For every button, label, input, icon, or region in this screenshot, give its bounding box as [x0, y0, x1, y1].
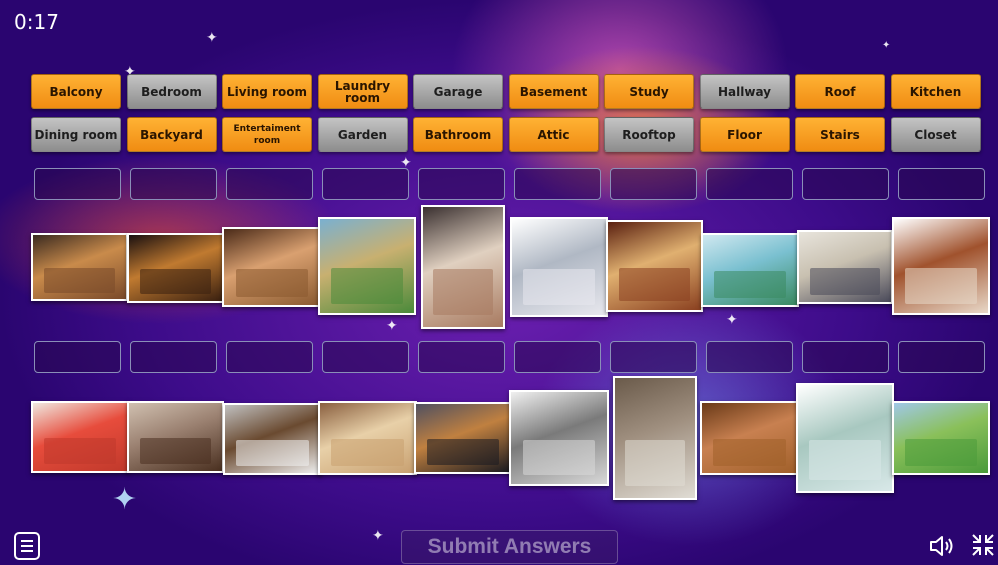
photo-detail	[331, 439, 404, 466]
label-tile-roof[interactable]: Roof	[795, 74, 885, 109]
label-tile-laundry-room[interactable]: Laundry room	[317, 74, 408, 109]
drop-slot[interactable]	[706, 168, 793, 200]
photo-detail	[331, 267, 403, 304]
drop-slots-row-2	[34, 341, 985, 373]
label-tile-bathroom[interactable]: Bathroom	[413, 117, 503, 152]
drop-slot[interactable]	[322, 341, 409, 373]
label-tile-rooftop[interactable]: Rooftop	[604, 117, 694, 152]
photo-detail	[235, 268, 309, 298]
label-tile-stairs[interactable]: Stairs	[795, 117, 885, 152]
photo-row-2	[31, 376, 990, 500]
photo-study[interactable]	[31, 233, 128, 301]
label-tile-kitchen[interactable]: Kitchen	[890, 74, 981, 109]
drop-slot[interactable]	[898, 168, 985, 200]
label-tile-closet[interactable]: Closet	[890, 117, 981, 152]
label-tile-garden[interactable]: Garden	[317, 117, 408, 152]
photo-balcony[interactable]	[421, 205, 505, 329]
photo-detail	[713, 439, 786, 466]
photo-detail	[522, 439, 596, 475]
drop-slot[interactable]	[130, 168, 217, 200]
label-tile-floor[interactable]: Floor	[699, 117, 790, 152]
label-tile-entertaiment-room[interactable]: Entertaiment room	[222, 117, 312, 152]
drop-slot[interactable]	[514, 168, 601, 200]
photo-living-room[interactable]	[509, 390, 609, 486]
drop-slot[interactable]	[706, 341, 793, 373]
menu-icon[interactable]	[14, 532, 40, 560]
label-tile-balcony[interactable]: Balcony	[31, 74, 121, 109]
photo-closet[interactable]	[222, 227, 322, 307]
sparkle-icon: ✦	[372, 528, 384, 544]
drop-slot[interactable]	[322, 168, 409, 200]
photo-detail	[809, 440, 881, 481]
label-tile-bedroom[interactable]: Bedroom	[126, 74, 217, 109]
photo-detail	[619, 267, 690, 302]
photo-hallway[interactable]	[613, 376, 697, 500]
collapse-fullscreen-icon[interactable]	[970, 532, 996, 558]
photo-detail	[44, 268, 115, 293]
photo-basement[interactable]	[127, 401, 224, 473]
sparkle-icon: ✦	[882, 40, 891, 51]
drop-slot[interactable]	[130, 341, 217, 373]
label-tile-attic[interactable]: Attic	[508, 117, 599, 152]
photo-attic[interactable]	[318, 401, 417, 475]
photo-laundry-room[interactable]	[510, 217, 608, 317]
drop-slot[interactable]	[802, 341, 889, 373]
photo-kitchen[interactable]	[223, 403, 322, 475]
drop-slot[interactable]	[34, 341, 121, 373]
drop-slot[interactable]	[610, 168, 697, 200]
speaker-icon[interactable]	[928, 534, 956, 558]
photo-detail	[714, 271, 786, 298]
label-tile-backyard[interactable]: Backyard	[126, 117, 217, 152]
sparkle-icon: ✦	[206, 30, 218, 46]
photo-detail	[140, 269, 211, 295]
photo-detail	[905, 267, 977, 304]
drop-slot[interactable]	[418, 168, 505, 200]
drop-slot[interactable]	[898, 341, 985, 373]
photo-rooftop[interactable]	[701, 233, 799, 307]
drop-slot[interactable]	[34, 168, 121, 200]
photo-backyard[interactable]	[318, 217, 416, 315]
drop-slots-row-1	[34, 168, 985, 200]
drop-slot[interactable]	[226, 341, 313, 373]
photo-detail	[44, 438, 116, 465]
photo-row-1	[31, 205, 990, 329]
photo-stairs[interactable]	[892, 217, 990, 315]
label-tile-basement[interactable]: Basement	[508, 74, 599, 109]
photo-detail	[236, 440, 309, 467]
label-tile-dining-room[interactable]: Dining room	[31, 117, 121, 152]
label-tile-living-room[interactable]: Living room	[222, 74, 312, 109]
photo-detail	[810, 268, 880, 295]
photo-entertainment-room[interactable]	[127, 233, 224, 303]
label-bank: Balcony Bedroom Living room Laundry room Gar…	[31, 74, 985, 152]
label-tile-garage[interactable]: Garage	[413, 74, 503, 109]
photo-detail	[432, 269, 494, 315]
photo-dining-room[interactable]	[606, 220, 703, 312]
drop-slot[interactable]	[610, 341, 697, 373]
drop-slot[interactable]	[802, 168, 889, 200]
label-tile-hallway[interactable]: Hallway	[699, 74, 790, 109]
label-tile-study[interactable]: Study	[604, 74, 694, 109]
photo-roof[interactable]	[31, 401, 129, 473]
drop-slot[interactable]	[226, 168, 313, 200]
photo-detail	[624, 440, 686, 486]
countdown-timer: 0:17	[14, 10, 59, 34]
drop-slot[interactable]	[418, 341, 505, 373]
photo-garage[interactable]	[414, 402, 512, 474]
photo-detail	[523, 268, 595, 306]
photo-detail	[427, 439, 499, 466]
photo-bedroom[interactable]	[797, 230, 893, 304]
photo-detail	[905, 439, 977, 466]
submit-answers-button[interactable]: Submit Answers	[401, 530, 618, 564]
photo-floor[interactable]	[700, 401, 799, 475]
photo-detail	[140, 438, 211, 465]
photo-bathroom[interactable]	[796, 383, 894, 493]
drop-slot[interactable]	[514, 341, 601, 373]
photo-garden[interactable]	[892, 401, 990, 475]
